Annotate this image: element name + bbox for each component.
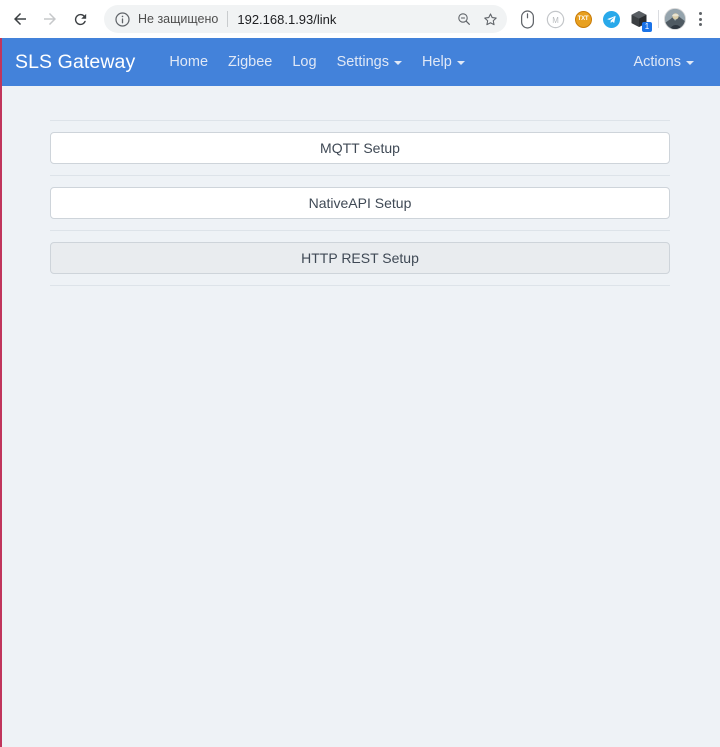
back-button[interactable] (6, 5, 34, 33)
chevron-down-icon (456, 61, 465, 65)
zoom-out-icon (458, 13, 470, 25)
list-divider (50, 120, 670, 121)
cube-extension-button[interactable]: 1 (626, 6, 652, 32)
toolbar-separator (658, 10, 659, 28)
bookmark-button[interactable] (477, 6, 503, 32)
telegram-extension-button[interactable] (598, 6, 624, 32)
txt-extension-icon: TXT (574, 10, 592, 28)
nav-item-help-label: Help (421, 54, 452, 70)
omnibox-separator (227, 11, 229, 27)
arrow-left-icon (14, 13, 26, 25)
nav-item-home[interactable]: Home (159, 48, 218, 76)
chrome-menu-button[interactable] (688, 5, 712, 33)
forward-button[interactable] (36, 5, 64, 33)
kebab-dot (698, 17, 702, 21)
url-text[interactable]: 192.168.1.93/link (237, 12, 451, 27)
nav-item-zigbee-label: Zigbee (228, 54, 273, 70)
avatar-image (665, 9, 685, 29)
star-icon (483, 12, 497, 25)
kebab-dot (698, 23, 702, 26)
security-status-label: Не защищено (138, 12, 219, 26)
arrow-right-icon (44, 13, 56, 25)
page-body: SLS Gateway Home Zigbee Log Settings Hel… (0, 38, 720, 747)
mouse-extension-icon (520, 9, 534, 29)
telegram-extension-icon (602, 10, 620, 28)
m-circle-extension-button[interactable]: M (542, 6, 568, 32)
nav-item-log[interactable]: Log (282, 48, 326, 76)
mqtt-setup-button[interactable]: MQTT Setup (50, 132, 670, 164)
list-divider (50, 230, 670, 231)
kebab-dot (698, 12, 702, 15)
cube-extension-badge: 1 (642, 22, 652, 32)
profile-avatar[interactable] (664, 8, 686, 30)
address-bar[interactable]: Не защищено 192.168.1.93/link (104, 5, 507, 33)
nav-item-settings[interactable]: Settings (327, 48, 412, 76)
nav-item-home-label: Home (169, 54, 209, 70)
nativeapi-setup-button[interactable]: NativeAPI Setup (50, 187, 670, 219)
browser-toolbar: Не защищено 192.168.1.93/link M TXT 1 (0, 0, 720, 38)
page-left-edge-marker (0, 38, 2, 747)
txt-extension-button[interactable]: TXT (570, 6, 596, 32)
list-divider (50, 285, 670, 286)
m-circle-extension-icon: M (546, 10, 564, 28)
mouse-extension-button[interactable] (514, 6, 540, 32)
nav-item-settings-label: Settings (336, 54, 389, 70)
list-divider (50, 175, 670, 176)
http-rest-setup-button[interactable]: HTTP REST Setup (50, 242, 670, 274)
info-circle-icon[interactable] (114, 11, 131, 28)
main-content: MQTT Setup NativeAPI Setup HTTP REST Set… (0, 86, 720, 286)
nav-item-zigbee[interactable]: Zigbee (218, 48, 282, 76)
svg-text:M: M (552, 15, 559, 24)
reload-icon (74, 13, 86, 25)
zoom-out-button[interactable] (451, 6, 477, 32)
navbar-links: Home Zigbee Log Settings Help (159, 48, 623, 76)
setup-list-group: MQTT Setup NativeAPI Setup HTTP REST Set… (50, 86, 670, 286)
nav-item-actions[interactable]: Actions (623, 48, 704, 76)
brand-title[interactable]: SLS Gateway (15, 51, 135, 74)
app-navbar: SLS Gateway Home Zigbee Log Settings Hel… (0, 38, 720, 86)
nav-item-actions-label: Actions (633, 54, 681, 70)
reload-button[interactable] (66, 5, 94, 33)
nav-item-log-label: Log (292, 54, 317, 70)
chevron-down-icon (686, 61, 694, 65)
chevron-down-icon (393, 61, 402, 65)
nav-item-help[interactable]: Help (412, 48, 475, 76)
